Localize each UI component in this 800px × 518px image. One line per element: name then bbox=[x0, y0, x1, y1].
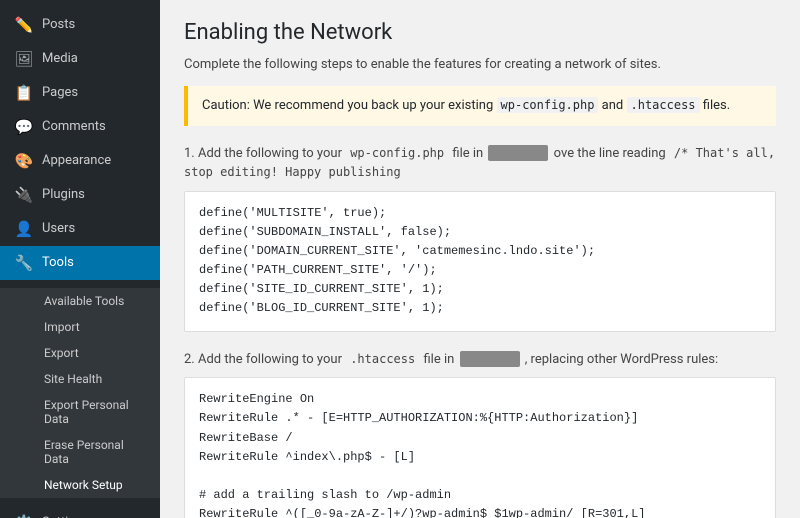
sidebar-submenu-tools: Available Tools Import Export Site Healt… bbox=[0, 288, 160, 498]
sidebar-item-posts[interactable]: ✏️ Posts bbox=[0, 8, 160, 42]
step1-code-block[interactable]: define('MULTISITE', true); define('SUBDO… bbox=[184, 191, 776, 332]
sidebar-main-menu: ✏️ Posts 🖼 Media 📋 Pages 💬 Comments 🎨 Ap… bbox=[0, 0, 160, 288]
pages-icon: 📋 bbox=[14, 83, 34, 103]
sidebar-item-site-health[interactable]: Site Health bbox=[0, 366, 160, 392]
sidebar-item-users[interactable]: 👤 Users bbox=[0, 212, 160, 246]
caution-space bbox=[623, 98, 626, 113]
sidebar: ✏️ Posts 🖼 Media 📋 Pages 💬 Comments 🎨 Ap… bbox=[0, 0, 160, 518]
caution-file2: .htaccess bbox=[627, 97, 700, 113]
sidebar-item-plugins[interactable]: 🔌 Plugins bbox=[0, 178, 160, 212]
step1-section: 1. Add the following to your wp-config.p… bbox=[184, 144, 776, 332]
settings-icon: ⚙️ bbox=[14, 513, 34, 518]
sidebar-item-available-tools[interactable]: Available Tools bbox=[0, 288, 160, 314]
main-content: Enabling the Network Complete the follow… bbox=[160, 0, 800, 518]
sidebar-item-appearance[interactable]: 🎨 Appearance bbox=[0, 144, 160, 178]
sidebar-item-label: Comments bbox=[42, 118, 106, 136]
sidebar-item-label: Media bbox=[42, 50, 78, 68]
sidebar-item-settings[interactable]: ⚙️ Settings bbox=[0, 506, 160, 518]
sidebar-item-pages[interactable]: 📋 Pages bbox=[0, 76, 160, 110]
step1-label: 1. Add the following to your wp-config.p… bbox=[184, 144, 776, 183]
users-icon: 👤 bbox=[14, 219, 34, 239]
sidebar-item-label: Settings bbox=[42, 514, 89, 518]
step1-prefix: 1. Add the following to your bbox=[184, 146, 342, 161]
step2-suffix: , replacing other WordPress rules: bbox=[525, 352, 718, 367]
posts-icon: ✏️ bbox=[14, 15, 34, 35]
caution-box: Caution: We recommend you back up your e… bbox=[184, 86, 776, 126]
step1-file: wp-config.php bbox=[345, 145, 449, 161]
sidebar-item-export[interactable]: Export bbox=[0, 340, 160, 366]
step2-path-redacted bbox=[460, 351, 520, 367]
sidebar-item-erase-personal-data[interactable]: Erase Personal Data bbox=[0, 432, 160, 472]
sidebar-item-label: Tools bbox=[42, 254, 74, 272]
sidebar-item-media[interactable]: 🖼 Media bbox=[0, 42, 160, 76]
step1-suffix: ove the line reading bbox=[554, 146, 669, 161]
sidebar-item-label: Posts bbox=[42, 16, 75, 34]
page-description: Complete the following steps to enable t… bbox=[184, 57, 776, 72]
caution-and-word: and bbox=[602, 98, 624, 113]
step1-path-redacted bbox=[488, 145, 548, 161]
step2-section: 2. Add the following to your .htaccess f… bbox=[184, 350, 776, 518]
comments-icon: 💬 bbox=[14, 117, 34, 137]
step2-prefix: 2. Add the following to your bbox=[184, 352, 342, 367]
sidebar-item-label: Users bbox=[42, 220, 75, 238]
caution-file1: wp-config.php bbox=[497, 97, 599, 113]
plugins-icon: 🔌 bbox=[14, 185, 34, 205]
sidebar-item-tools[interactable]: 🔧 Tools bbox=[0, 246, 160, 280]
caution-text: Caution: We recommend you back up your e… bbox=[202, 98, 493, 113]
sidebar-item-label: Pages bbox=[42, 84, 78, 102]
appearance-icon: 🎨 bbox=[14, 151, 34, 171]
sidebar-item-comments[interactable]: 💬 Comments bbox=[0, 110, 160, 144]
step1-mid: file in bbox=[452, 146, 486, 161]
sidebar-item-label: Appearance bbox=[42, 152, 111, 170]
page-title: Enabling the Network bbox=[184, 20, 776, 45]
step2-file: .htaccess bbox=[345, 351, 420, 367]
step2-label: 2. Add the following to your .htaccess f… bbox=[184, 350, 776, 370]
media-icon: 🖼 bbox=[14, 49, 34, 69]
tools-icon: 🔧 bbox=[14, 253, 34, 273]
sidebar-item-label: Plugins bbox=[42, 186, 85, 204]
step2-code-block[interactable]: RewriteEngine On RewriteRule .* - [E=HTT… bbox=[184, 377, 776, 518]
sidebar-bottom-section: ⚙️ Settings bbox=[0, 498, 160, 518]
step2-mid: file in bbox=[423, 352, 457, 367]
sidebar-item-import[interactable]: Import bbox=[0, 314, 160, 340]
sidebar-item-network-setup[interactable]: Network Setup bbox=[0, 472, 160, 498]
sidebar-item-export-personal-data[interactable]: Export Personal Data bbox=[0, 392, 160, 432]
